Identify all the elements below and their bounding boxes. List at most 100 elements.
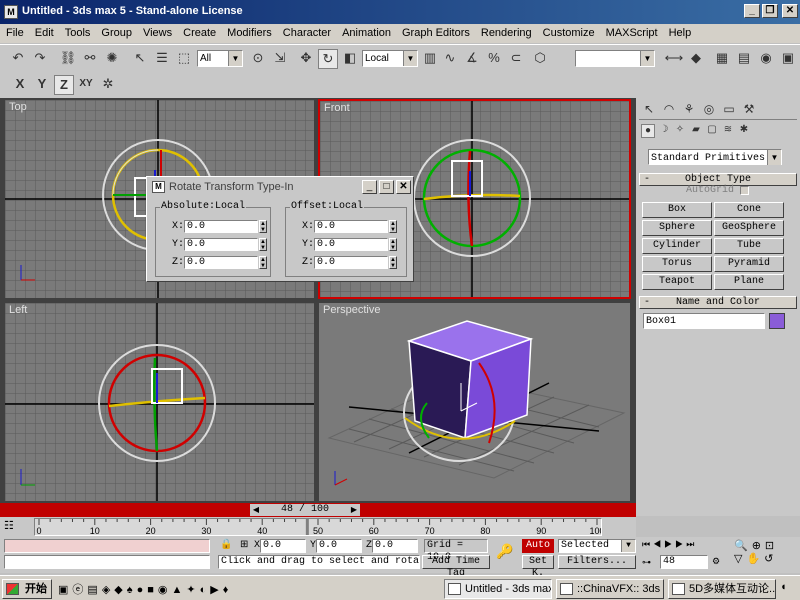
quick-launch-app2-icon[interactable]: ◆ bbox=[114, 584, 126, 596]
geosphere-button[interactable]: GeoSphere bbox=[714, 220, 784, 236]
maxscript-input-mini[interactable] bbox=[4, 555, 210, 569]
offset-z-spinner-icon[interactable]: ▲ ▼ bbox=[389, 256, 397, 269]
rectangular-selection-icon[interactable]: ⬚ bbox=[174, 49, 194, 69]
use-pivot-center-icon[interactable]: ▥ bbox=[420, 49, 440, 69]
render-scene-icon[interactable]: ▣ bbox=[778, 49, 798, 69]
pyramid-button[interactable]: Pyramid bbox=[714, 256, 784, 272]
selection-filter-dropdown[interactable]: All ▼ bbox=[197, 50, 243, 67]
display-tab-icon[interactable]: ▭ bbox=[719, 100, 739, 120]
menu-animation[interactable]: Animation bbox=[336, 24, 396, 39]
select-and-manipulate-icon[interactable]: ⊙ bbox=[248, 49, 268, 69]
quick-launch-ie-icon[interactable]: ⓔ bbox=[72, 584, 87, 596]
cone-button[interactable]: Cone bbox=[714, 202, 784, 218]
tray-icon[interactable]: ◖ bbox=[780, 581, 796, 597]
offset-z-input[interactable]: 0.0 bbox=[314, 256, 388, 269]
absolute-x-spinner-icon[interactable]: ▲ ▼ bbox=[259, 220, 267, 233]
zoom-all-icon[interactable]: ⊕ bbox=[752, 540, 765, 552]
menu-customize[interactable]: Customize bbox=[537, 24, 600, 39]
object-color-swatch[interactable] bbox=[769, 313, 785, 329]
restore-button[interactable]: ❐ bbox=[762, 4, 778, 18]
auto-key-button[interactable]: Auto bbox=[522, 539, 554, 553]
helpers-icon[interactable]: ▢ bbox=[705, 124, 719, 138]
viewport-label-left[interactable]: Left bbox=[9, 304, 27, 316]
quick-launch-app-icon[interactable]: ◈ bbox=[102, 584, 114, 596]
quick-launch-app8-icon[interactable]: ✦ bbox=[186, 584, 199, 596]
sphere-button[interactable]: Sphere bbox=[642, 220, 712, 236]
quick-launch-app5-icon[interactable]: ■ bbox=[147, 584, 158, 596]
3dsmax-app-icon[interactable]: M bbox=[4, 5, 18, 19]
lights-icon[interactable]: ✧ bbox=[673, 124, 687, 138]
absolute-y-spinner-icon[interactable]: ▲ ▼ bbox=[259, 238, 267, 251]
current-frame-marker[interactable] bbox=[305, 519, 309, 535]
quick-launch-app9-icon[interactable]: ◐ bbox=[200, 584, 211, 596]
restrict-x-button[interactable]: X bbox=[10, 75, 30, 95]
spinner-snap-icon[interactable]: ⊂ bbox=[506, 49, 526, 69]
status-z-input[interactable]: 0.0 bbox=[372, 539, 418, 553]
absolute-mode-icon[interactable]: ⊞ bbox=[240, 539, 252, 551]
zoom-icon[interactable]: 🔍 bbox=[734, 540, 752, 552]
menu-tools[interactable]: Tools bbox=[59, 24, 96, 39]
restrict-y-button[interactable]: Y bbox=[32, 75, 52, 95]
menu-character[interactable]: Character bbox=[277, 24, 336, 39]
key-mode-toggle-icon[interactable]: ⊶ bbox=[642, 557, 654, 569]
time-configuration-icon[interactable]: ⚙ bbox=[712, 556, 724, 568]
select-object-icon[interactable]: ↖ bbox=[130, 49, 150, 69]
quick-launch-app10-icon[interactable]: ▶ bbox=[210, 584, 222, 596]
absolute-z-spinner-icon[interactable]: ▲ ▼ bbox=[259, 256, 267, 269]
torus-button[interactable]: Torus bbox=[642, 256, 712, 272]
restrict-xy-button[interactable]: XY bbox=[76, 75, 96, 95]
track-bar[interactable]: ☷ 0 10 20 30 40 50 60 70 80 90 100 bbox=[0, 517, 636, 537]
arc-rotate-icon[interactable]: ↺ bbox=[764, 553, 777, 565]
set-key-button[interactable]: Set K. bbox=[522, 555, 554, 579]
align-icon[interactable]: ◆ bbox=[686, 49, 706, 69]
viewport-perspective[interactable]: Perspective bbox=[318, 302, 631, 502]
quick-launch-app3-icon[interactable]: ♠ bbox=[127, 584, 137, 596]
mirror-icon[interactable]: ⟷ bbox=[664, 49, 684, 69]
geometry-icon[interactable]: ● bbox=[641, 124, 655, 138]
previous-key-icon[interactable]: ◀ bbox=[653, 539, 664, 549]
object-name-input[interactable]: Box01 bbox=[643, 313, 765, 329]
snap-toggle-icon[interactable]: ∿ bbox=[440, 49, 460, 69]
viewport-label-top[interactable]: Top bbox=[9, 101, 27, 113]
hierarchy-tab-icon[interactable]: ⚘ bbox=[679, 100, 699, 120]
reference-coordinate-dropdown[interactable]: Local ▼ bbox=[362, 50, 418, 67]
redo-icon[interactable]: ↷ bbox=[30, 49, 50, 69]
restrict-z-button[interactable]: Z bbox=[54, 75, 74, 95]
menu-maxscript[interactable]: MAXScript bbox=[600, 24, 663, 39]
zoom-extents-icon[interactable]: ⊡ bbox=[765, 540, 778, 552]
track-ruler[interactable]: 0 10 20 30 40 50 60 70 80 90 100 bbox=[34, 518, 602, 536]
play-icon[interactable]: ▶ bbox=[664, 539, 675, 549]
viewport-label-front[interactable]: Front bbox=[324, 102, 350, 114]
menu-file[interactable]: File bbox=[0, 24, 29, 39]
absolute-x-input[interactable]: 0.0 bbox=[184, 220, 258, 233]
primitive-category-dropdown[interactable]: Standard Primitives ▼ bbox=[648, 149, 782, 165]
tube-button[interactable]: Tube bbox=[714, 238, 784, 254]
modify-tab-icon[interactable]: ◠ bbox=[659, 100, 679, 120]
go-to-start-icon[interactable]: ⏮ bbox=[642, 539, 653, 549]
name-and-color-rollout-header[interactable]: - Name and Color bbox=[639, 296, 797, 309]
quick-launch-app4-icon[interactable]: ● bbox=[137, 584, 148, 596]
plane-button[interactable]: Plane bbox=[714, 274, 784, 290]
maxscript-listener-mini[interactable] bbox=[4, 539, 210, 553]
key-filter-dropdown[interactable]: Selected ▼ bbox=[558, 539, 636, 553]
dialog-close-button[interactable]: ✕ bbox=[396, 180, 411, 194]
current-frame-input[interactable]: 48 bbox=[660, 555, 708, 569]
menu-create[interactable]: Create bbox=[177, 24, 221, 39]
track-view-icon[interactable]: ▦ bbox=[712, 49, 732, 69]
start-button[interactable]: 开始 bbox=[2, 579, 52, 599]
menu-modifiers[interactable]: Modifiers bbox=[221, 24, 277, 39]
utilities-tab-icon[interactable]: ⚒ bbox=[739, 100, 759, 120]
menu-views[interactable]: Views bbox=[137, 24, 177, 39]
teapot-button[interactable]: Teapot bbox=[642, 274, 712, 290]
dialog-title-bar[interactable]: M Rotate Transform Type-In _ □ ✕ bbox=[149, 179, 411, 196]
bind-space-warp-icon[interactable]: ✺ bbox=[102, 49, 122, 69]
offset-x-spinner-icon[interactable]: ▲ ▼ bbox=[389, 220, 397, 233]
taskbar-forum[interactable]: 5D多媒体互动论... bbox=[668, 579, 776, 599]
status-y-input[interactable]: 0.0 bbox=[316, 539, 362, 553]
select-and-move-icon[interactable]: ✥ bbox=[296, 49, 316, 69]
percent-snap-icon[interactable]: % bbox=[484, 49, 504, 69]
autogrid-checkbox[interactable] bbox=[740, 186, 749, 195]
named-selection-dropdown[interactable]: ▼ bbox=[575, 50, 655, 67]
select-and-uniform-scale-icon[interactable]: ◧ bbox=[340, 49, 360, 69]
shapes-icon[interactable]: ☽ bbox=[657, 124, 671, 138]
